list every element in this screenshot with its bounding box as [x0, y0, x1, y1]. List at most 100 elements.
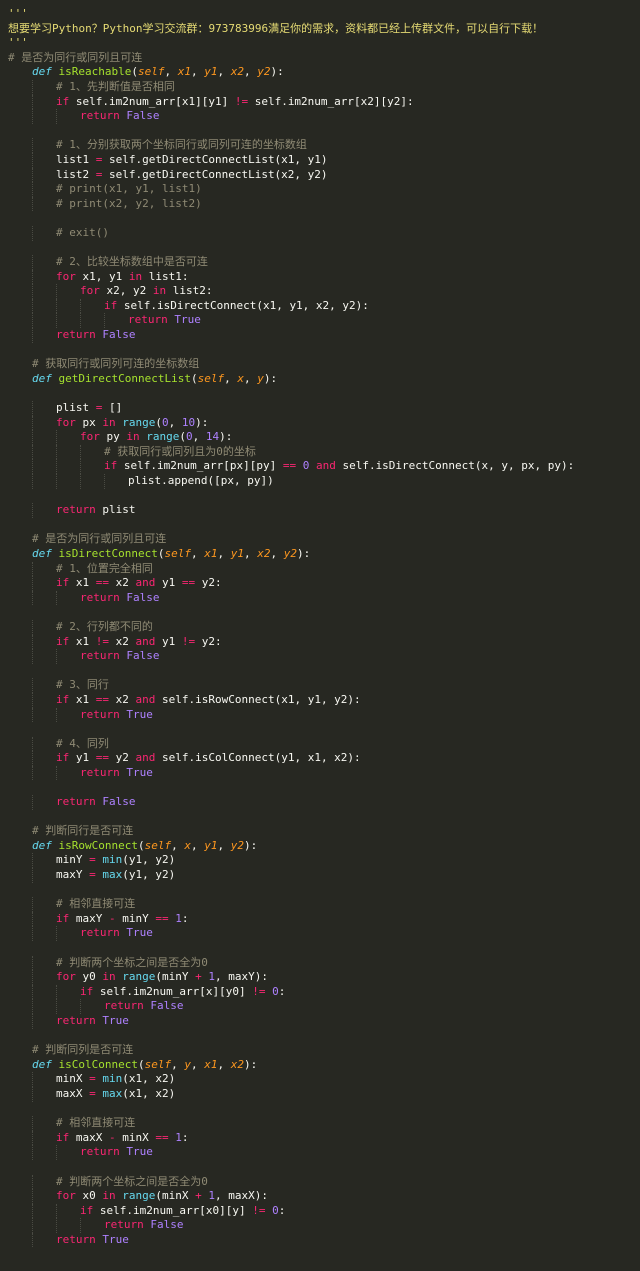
code-line[interactable]: # 2、比较坐标数组中是否可连: [0, 255, 640, 270]
code-line[interactable]: return True: [0, 313, 640, 329]
code-line[interactable]: [0, 1102, 640, 1117]
code-line[interactable]: # 1、先判断值是否相同: [0, 79, 640, 95]
code-line[interactable]: # 是否为同行或同列且可连: [0, 532, 640, 547]
code-line[interactable]: if self.im2num_arr[x0][y] != 0:: [0, 1203, 640, 1219]
code-token: getDirectConnectList: [58, 371, 191, 385]
code-line[interactable]: maxX = max(x1, x2): [0, 1086, 640, 1102]
code-line[interactable]: if self.isDirectConnect(x1, y1, x2, y2):: [0, 298, 640, 314]
code-line[interactable]: plist = []: [0, 401, 640, 416]
code-line[interactable]: [0, 241, 640, 256]
code-token: (: [155, 415, 162, 429]
code-line[interactable]: [0, 810, 640, 825]
code-line[interactable]: # 1、分别获取两个坐标同行或同列可连的坐标数组: [0, 138, 640, 153]
code-line[interactable]: # 1、位置完全相同: [0, 561, 640, 577]
code-line[interactable]: [0, 386, 640, 401]
code-line[interactable]: return False: [0, 649, 640, 664]
indent-guide: [32, 634, 33, 650]
code-line[interactable]: def isReachable(self, x1, y1, x2, y2):: [0, 65, 640, 80]
code-line[interactable]: if x1 == x2 and self.isRowConnect(x1, y1…: [0, 692, 640, 708]
code-line[interactable]: return True: [0, 1232, 640, 1248]
code-content: # 3、同行: [8, 678, 109, 691]
code-line[interactable]: [0, 518, 640, 533]
code-line[interactable]: # 3、同行: [0, 678, 640, 693]
code-content: # 判断同行是否可连: [8, 824, 133, 837]
code-line[interactable]: # 是否为同行或同列且可连: [0, 51, 640, 66]
code-line[interactable]: # print(x2, y2, list2): [0, 196, 640, 212]
code-line[interactable]: return True: [0, 1013, 640, 1029]
code-line[interactable]: return False: [0, 795, 640, 810]
code-line[interactable]: return False: [0, 999, 640, 1014]
code-line[interactable]: [0, 211, 640, 226]
code-line[interactable]: for x2, y2 in list2:: [0, 284, 640, 299]
code-line[interactable]: return False: [0, 590, 640, 606]
code-token: isColConnect: [58, 1057, 138, 1071]
code-line[interactable]: # 2、行列都不同的: [0, 619, 640, 635]
code-line[interactable]: return True: [0, 1145, 640, 1160]
code-line[interactable]: return False: [0, 109, 640, 124]
code-line[interactable]: # 判断两个坐标之间是否全为0: [0, 1174, 640, 1190]
code-line[interactable]: if maxX - minX == 1:: [0, 1130, 640, 1146]
code-line[interactable]: # 判断两个坐标之间是否全为0: [0, 955, 640, 971]
code-line[interactable]: for x1, y1 in list1:: [0, 269, 640, 285]
code-line[interactable]: if self.im2num_arr[x][y0] != 0:: [0, 984, 640, 1000]
code-line[interactable]: [0, 1160, 640, 1175]
code-line[interactable]: for y0 in range(minY + 1, maxY):: [0, 970, 640, 985]
code-line[interactable]: for px in range(0, 10):: [0, 415, 640, 431]
code-line[interactable]: list2 = self.getDirectConnectList(x2, y2…: [0, 167, 640, 183]
code-token: in: [152, 284, 173, 298]
code-line[interactable]: minX = min(x1, x2): [0, 1072, 640, 1087]
code-line[interactable]: return True: [0, 926, 640, 941]
code-token: y1: [204, 65, 218, 79]
code-line[interactable]: # 相邻直接可连: [0, 897, 640, 912]
code-line[interactable]: if self.im2num_arr[x1][y1] != self.im2nu…: [0, 94, 640, 110]
code-line[interactable]: [0, 605, 640, 620]
code-line[interactable]: minY = min(y1, y2): [0, 853, 640, 869]
code-line[interactable]: # 判断同列是否可连: [0, 1043, 640, 1058]
code-token: list1: [56, 152, 96, 166]
code-line[interactable]: [0, 489, 640, 504]
code-line[interactable]: if x1 == x2 and y1 == y2:: [0, 576, 640, 591]
code-line[interactable]: if self.im2num_arr[px][py] == 0 and self…: [0, 459, 640, 474]
code-token: False: [126, 109, 160, 123]
code-line[interactable]: [0, 941, 640, 956]
code-line[interactable]: def getDirectConnectList(self, x, y):: [0, 372, 640, 387]
code-line[interactable]: return False: [0, 328, 640, 343]
code-line[interactable]: [0, 664, 640, 679]
code-line[interactable]: for py in range(0, 14):: [0, 430, 640, 445]
code-line[interactable]: return False: [0, 1218, 640, 1233]
code-line[interactable]: def isDirectConnect(self, x1, y1, x2, y2…: [0, 547, 640, 562]
code-line[interactable]: # 获取同行或同列且为0的坐标: [0, 444, 640, 460]
code-token: False: [150, 1218, 184, 1232]
code-line[interactable]: ''': [0, 7, 640, 22]
code-line[interactable]: 想要学习Python？Python学习交流群：973783996满足你的需求，资…: [0, 22, 640, 37]
code-line[interactable]: [0, 1029, 640, 1044]
code-line[interactable]: for x0 in range(minX + 1, maxX):: [0, 1189, 640, 1204]
code-line[interactable]: return plist: [0, 503, 640, 518]
code-line[interactable]: [0, 883, 640, 898]
code-line[interactable]: [0, 722, 640, 737]
code-line[interactable]: list1 = self.getDirectConnectList(x1, y1…: [0, 152, 640, 168]
code-line[interactable]: # 判断同行是否可连: [0, 824, 640, 839]
code-line[interactable]: if maxY - minY == 1:: [0, 911, 640, 927]
code-line[interactable]: # 获取同行或同列可连的坐标数组: [0, 357, 640, 372]
code-token: ,: [192, 430, 206, 444]
code-line[interactable]: return True: [0, 707, 640, 723]
code-content: return False: [8, 591, 159, 604]
code-line[interactable]: [0, 343, 640, 358]
code-line[interactable]: [0, 124, 640, 139]
code-line[interactable]: if y1 == y2 and self.isColConnect(y1, x1…: [0, 751, 640, 766]
code-line[interactable]: maxY = max(y1, y2): [0, 868, 640, 883]
code-token: for: [56, 970, 83, 984]
code-line[interactable]: # 相邻直接可连: [0, 1116, 640, 1131]
code-line[interactable]: # print(x1, y1, list1): [0, 182, 640, 197]
code-line[interactable]: # 4、同列: [0, 736, 640, 752]
code-line[interactable]: # exit(): [0, 225, 640, 241]
code-line[interactable]: [0, 780, 640, 795]
code-line[interactable]: def isColConnect(self, y, x1, x2):: [0, 1058, 640, 1073]
code-line[interactable]: return True: [0, 765, 640, 781]
code-line[interactable]: ''': [0, 36, 640, 51]
code-line[interactable]: plist.append([px, py]): [0, 474, 640, 489]
code-editor[interactable]: ''' 想要学习Python？Python学习交流群：973783996满足你的需…: [0, 0, 640, 1248]
code-line[interactable]: def isRowConnect(self, x, y1, y2):: [0, 839, 640, 854]
code-line[interactable]: if x1 != x2 and y1 != y2:: [0, 634, 640, 650]
